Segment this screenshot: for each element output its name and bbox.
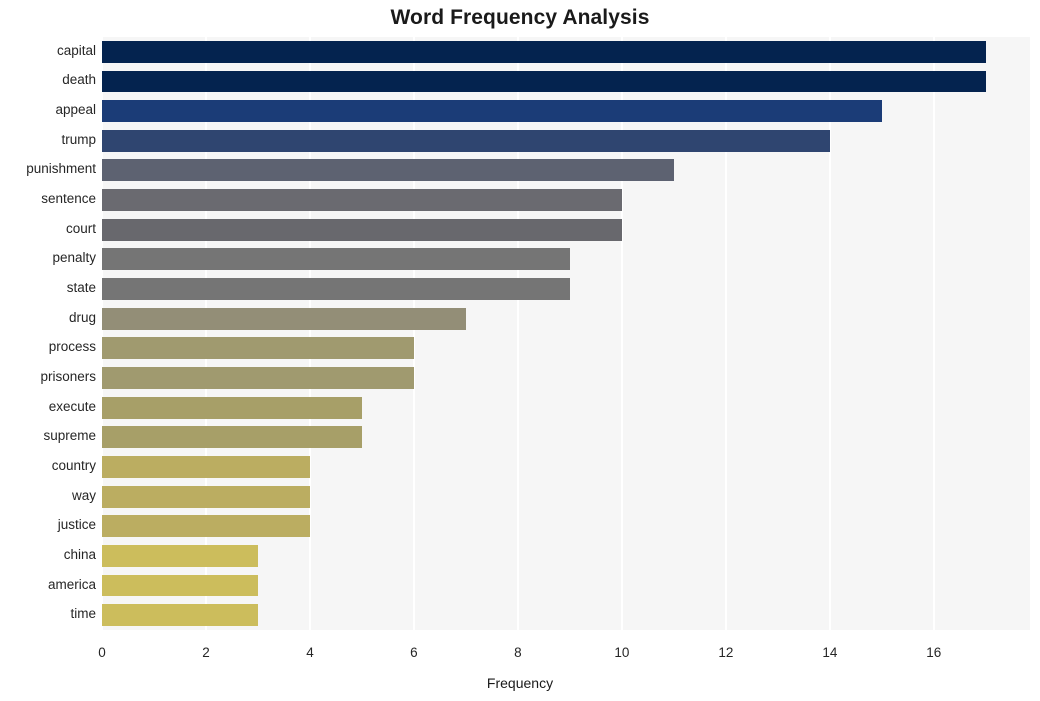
x-tick-label-4: 4 (306, 645, 314, 660)
chart-title: Word Frequency Analysis (390, 6, 650, 29)
bar-row (102, 159, 1030, 182)
x-tick-label-16: 16 (926, 645, 942, 660)
y-tick-label-execute: execute (48, 398, 96, 414)
plot-area (101, 37, 1030, 630)
x-tick-label-0: 0 (98, 645, 106, 660)
y-axis: capital death appeal trump punishment sentenc… (0, 37, 96, 630)
bar-process[interactable] (102, 337, 414, 360)
bar-row (102, 337, 1030, 360)
bar-america[interactable] (102, 574, 258, 597)
y-tick-label-court: court (65, 220, 96, 236)
bar-row (102, 248, 1030, 271)
y-tick-label-sentence: sentence (41, 191, 96, 207)
word-frequency-bar-chart: Word Frequency Analysis capital death appe… (0, 0, 1040, 701)
bar-time[interactable] (102, 604, 258, 627)
bar-penalty[interactable] (102, 248, 570, 271)
bar-row (102, 40, 1030, 63)
x-axis: Frequency 0 2 4 6 8 10 12 14 16 (0, 630, 1040, 701)
y-tick-label-process: process (48, 339, 96, 355)
bar-capital[interactable] (102, 40, 986, 63)
bar-row (102, 218, 1030, 241)
bar-row (102, 485, 1030, 508)
bar-appeal[interactable] (102, 100, 882, 123)
x-tick-label-10: 10 (614, 645, 630, 660)
bar-way[interactable] (102, 485, 310, 508)
x-tick-label-6: 6 (410, 645, 418, 660)
bar-china[interactable] (102, 544, 258, 567)
bar-row (102, 70, 1030, 93)
y-tick-label-state: state (66, 280, 96, 296)
bar-row (102, 396, 1030, 419)
y-tick-label-capital: capital (56, 42, 96, 58)
bar-country[interactable] (102, 455, 310, 478)
bar-row (102, 307, 1030, 330)
bar-punishment[interactable] (102, 159, 674, 182)
bar-death[interactable] (102, 70, 986, 93)
x-tick-label-2: 2 (202, 645, 210, 660)
y-tick-label-america: america (47, 576, 96, 592)
y-tick-label-justice: justice (57, 517, 96, 533)
x-axis-title: Frequency (486, 675, 554, 691)
bar-drug[interactable] (102, 307, 466, 330)
bar-court[interactable] (102, 218, 622, 241)
bar-row (102, 574, 1030, 597)
bar-prisoners[interactable] (102, 367, 414, 389)
x-tick-label-14: 14 (822, 645, 838, 660)
y-tick-label-country: country (51, 457, 96, 473)
bar-row (102, 604, 1030, 627)
y-tick-label-supreme: supreme (43, 428, 96, 444)
y-tick-label-way: way (71, 487, 96, 503)
y-tick-label-drug: drug (68, 309, 96, 325)
y-tick-label-appeal: appeal (55, 102, 96, 118)
bar-row (102, 129, 1030, 152)
bar-row (102, 544, 1030, 567)
bar-trump[interactable] (102, 129, 830, 152)
bar-row (102, 189, 1030, 212)
bar-sentence[interactable] (102, 189, 622, 212)
y-tick-label-china: china (63, 546, 96, 562)
bar-execute[interactable] (102, 396, 362, 419)
y-tick-label-time: time (70, 606, 96, 622)
bar-justice[interactable] (102, 515, 310, 538)
x-tick-label-12: 12 (718, 645, 734, 660)
x-tick-label-8: 8 (514, 645, 522, 660)
bar-row (102, 367, 1030, 389)
bar-row (102, 455, 1030, 478)
y-tick-label-death: death (62, 72, 96, 88)
bar-state[interactable] (102, 278, 570, 300)
y-tick-label-penalty: penalty (52, 250, 96, 266)
bar-supreme[interactable] (102, 426, 362, 449)
bar-row (102, 278, 1030, 300)
bar-row (102, 515, 1030, 538)
bar-row (102, 426, 1030, 449)
bars-layer (102, 37, 1030, 630)
y-tick-label-prisoners: prisoners (40, 368, 96, 384)
y-tick-label-trump: trump (61, 131, 96, 147)
y-tick-label-punishment: punishment (26, 161, 96, 177)
bar-row (102, 100, 1030, 123)
